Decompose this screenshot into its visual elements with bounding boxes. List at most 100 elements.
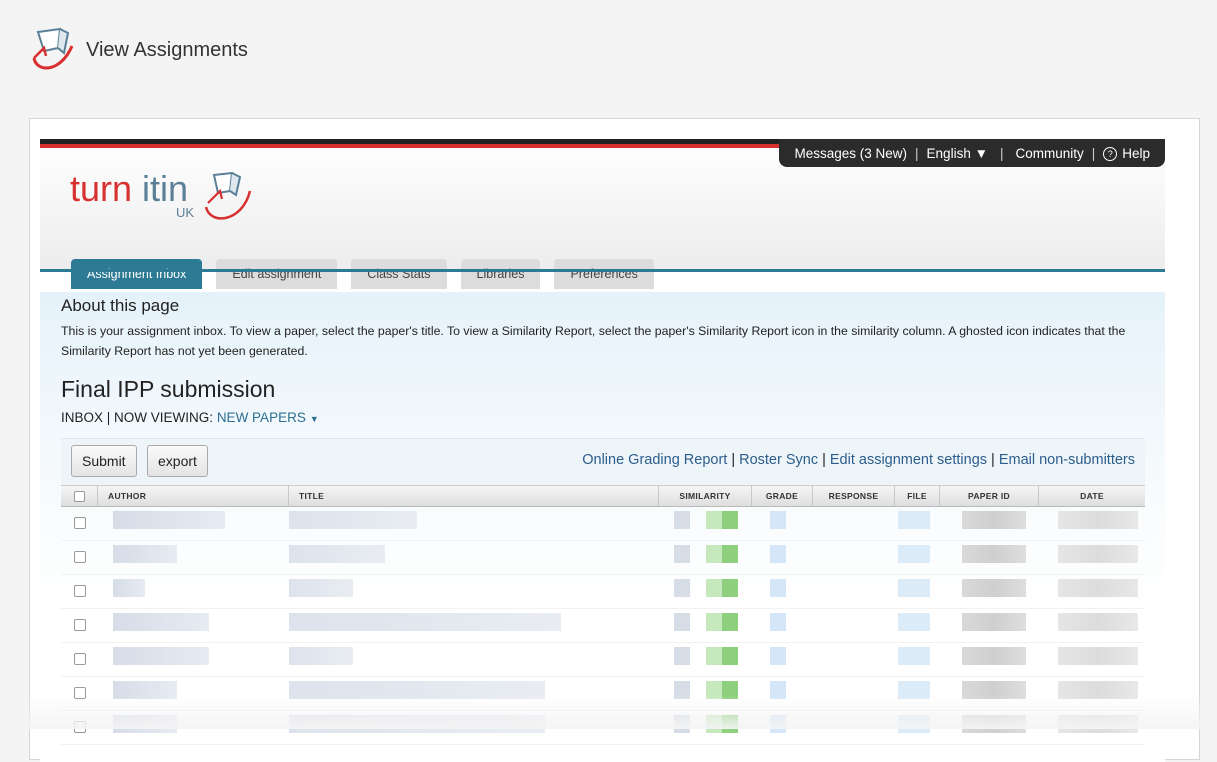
redacted-author bbox=[113, 613, 209, 631]
column-paper-id[interactable]: Paper ID bbox=[940, 486, 1039, 506]
row-checkbox[interactable] bbox=[74, 517, 86, 529]
bottom-fade bbox=[0, 695, 1217, 729]
community-link[interactable]: Community bbox=[1015, 146, 1083, 161]
row-checkbox[interactable] bbox=[74, 585, 86, 597]
messages-link[interactable]: Messages (3 New) bbox=[794, 146, 907, 161]
similarity-report-icon bbox=[674, 647, 690, 665]
redacted-date bbox=[1058, 545, 1138, 563]
table-header: Author Title Similarity Grade Response F… bbox=[61, 485, 1145, 507]
turnitin-frame: Messages (3 New) | English ▼ | Community… bbox=[29, 118, 1200, 762]
nav-separator: | bbox=[915, 145, 919, 161]
select-all-checkbox[interactable] bbox=[74, 491, 85, 502]
file-download-icon bbox=[898, 511, 930, 529]
viewing-filter-dropdown[interactable]: NEW PAPERS ▼ bbox=[217, 410, 319, 425]
select-all-column bbox=[61, 486, 98, 506]
redacted-paper-id bbox=[962, 579, 1026, 597]
redacted-title bbox=[289, 647, 353, 665]
caret-down-icon: ▼ bbox=[309, 414, 319, 424]
similarity-score-bar bbox=[722, 647, 738, 665]
similarity-score-bar bbox=[722, 511, 738, 529]
tab-bar: Assignment Inbox Edit assignment Class S… bbox=[71, 259, 668, 289]
submit-button[interactable]: Submit bbox=[71, 445, 137, 477]
file-download-icon bbox=[898, 613, 930, 631]
tab-class-stats[interactable]: Class Stats bbox=[351, 259, 447, 289]
turnitin-logo[interactable]: turn itin UK bbox=[70, 167, 260, 230]
page-header: View Assignments bbox=[30, 26, 248, 74]
roster-sync-link[interactable]: Roster Sync bbox=[739, 452, 818, 468]
similarity-score-bar bbox=[722, 613, 738, 631]
column-title[interactable]: Title bbox=[289, 486, 659, 506]
page-title: View Assignments bbox=[86, 38, 248, 61]
similarity-report-icon bbox=[674, 579, 690, 597]
viewing-value: NEW PAPERS bbox=[216, 410, 306, 425]
inbox-label: INBOX bbox=[61, 410, 104, 425]
row-checkbox[interactable] bbox=[74, 551, 86, 563]
row-checkbox[interactable] bbox=[74, 653, 86, 665]
grade-icon bbox=[770, 647, 786, 665]
redacted-title bbox=[289, 613, 561, 631]
nav-separator: | bbox=[1091, 145, 1096, 161]
inbox-toolbar: Submit export Online Grading Report | Rost… bbox=[61, 438, 1145, 486]
tab-libraries[interactable]: Libraries bbox=[460, 259, 541, 289]
inbox-content: About this page This is your assignment … bbox=[40, 292, 1165, 762]
export-button[interactable]: export bbox=[147, 445, 208, 477]
link-separator: | bbox=[822, 452, 826, 468]
turnitin-mark-icon bbox=[32, 27, 74, 70]
table-row[interactable] bbox=[61, 643, 1145, 677]
similarity-score-bar bbox=[706, 579, 722, 597]
email-non-submitters-link[interactable]: Email non-submitters bbox=[999, 452, 1135, 468]
similarity-score-bar bbox=[706, 545, 722, 563]
similarity-score-bar bbox=[706, 511, 722, 529]
similarity-score-bar bbox=[706, 613, 722, 631]
link-separator: | bbox=[991, 452, 995, 468]
redacted-date bbox=[1058, 647, 1138, 665]
online-grading-report-link[interactable]: Online Grading Report bbox=[582, 452, 727, 468]
column-response[interactable]: Response bbox=[813, 486, 895, 506]
assignment-title: Final IPP submission bbox=[61, 376, 276, 402]
similarity-report-icon bbox=[674, 545, 690, 563]
column-date[interactable]: Date bbox=[1039, 486, 1145, 506]
help-link[interactable]: ? Help bbox=[1103, 146, 1150, 161]
redacted-author bbox=[113, 545, 177, 563]
grade-icon bbox=[770, 511, 786, 529]
table-row[interactable] bbox=[61, 575, 1145, 609]
help-circle-icon: ? bbox=[1103, 146, 1118, 161]
help-label: Help bbox=[1122, 145, 1150, 161]
nav-separator: | bbox=[999, 145, 1004, 161]
redacted-paper-id bbox=[962, 613, 1026, 631]
redacted-date bbox=[1058, 613, 1138, 631]
table-row[interactable] bbox=[61, 609, 1145, 643]
logo-region: UK bbox=[176, 205, 194, 220]
file-download-icon bbox=[898, 545, 930, 563]
tab-assignment-inbox[interactable]: Assignment Inbox bbox=[71, 259, 203, 289]
toolbar-links: Online Grading Report | Roster Sync | Edit a… bbox=[582, 452, 1135, 468]
column-similarity[interactable]: Similarity bbox=[659, 486, 752, 506]
language-dropdown[interactable]: English ▼ bbox=[927, 146, 988, 161]
viewing-prefix: | NOW VIEWING: bbox=[106, 410, 214, 425]
turnitin-banner: Messages (3 New) | English ▼ | Community… bbox=[40, 139, 1165, 289]
file-download-icon bbox=[898, 647, 930, 665]
row-checkbox[interactable] bbox=[74, 619, 86, 631]
redacted-author bbox=[113, 511, 225, 529]
edit-assignment-settings-link[interactable]: Edit assignment settings bbox=[830, 452, 987, 468]
similarity-score-bar bbox=[722, 545, 738, 563]
table-row[interactable] bbox=[61, 541, 1145, 575]
tab-preferences[interactable]: Preferences bbox=[554, 259, 654, 289]
table-row[interactable] bbox=[61, 507, 1145, 541]
column-file[interactable]: File bbox=[895, 486, 940, 506]
tab-edit-assignment[interactable]: Edit assignment bbox=[216, 259, 338, 289]
grade-icon bbox=[770, 579, 786, 597]
redacted-paper-id bbox=[962, 647, 1026, 665]
similarity-score-bar bbox=[706, 647, 722, 665]
redacted-title bbox=[289, 511, 417, 529]
top-nav: Messages (3 New) | English ▼ | Community… bbox=[779, 139, 1165, 167]
tab-underline bbox=[40, 269, 1165, 272]
column-grade[interactable]: Grade bbox=[752, 486, 813, 506]
logo-wordmark-itin: itin bbox=[142, 168, 188, 209]
redacted-author bbox=[113, 579, 145, 597]
redacted-paper-id bbox=[962, 511, 1026, 529]
link-separator: | bbox=[731, 452, 736, 468]
grade-icon bbox=[770, 545, 786, 563]
column-author[interactable]: Author bbox=[98, 486, 289, 506]
redacted-author bbox=[113, 647, 209, 665]
